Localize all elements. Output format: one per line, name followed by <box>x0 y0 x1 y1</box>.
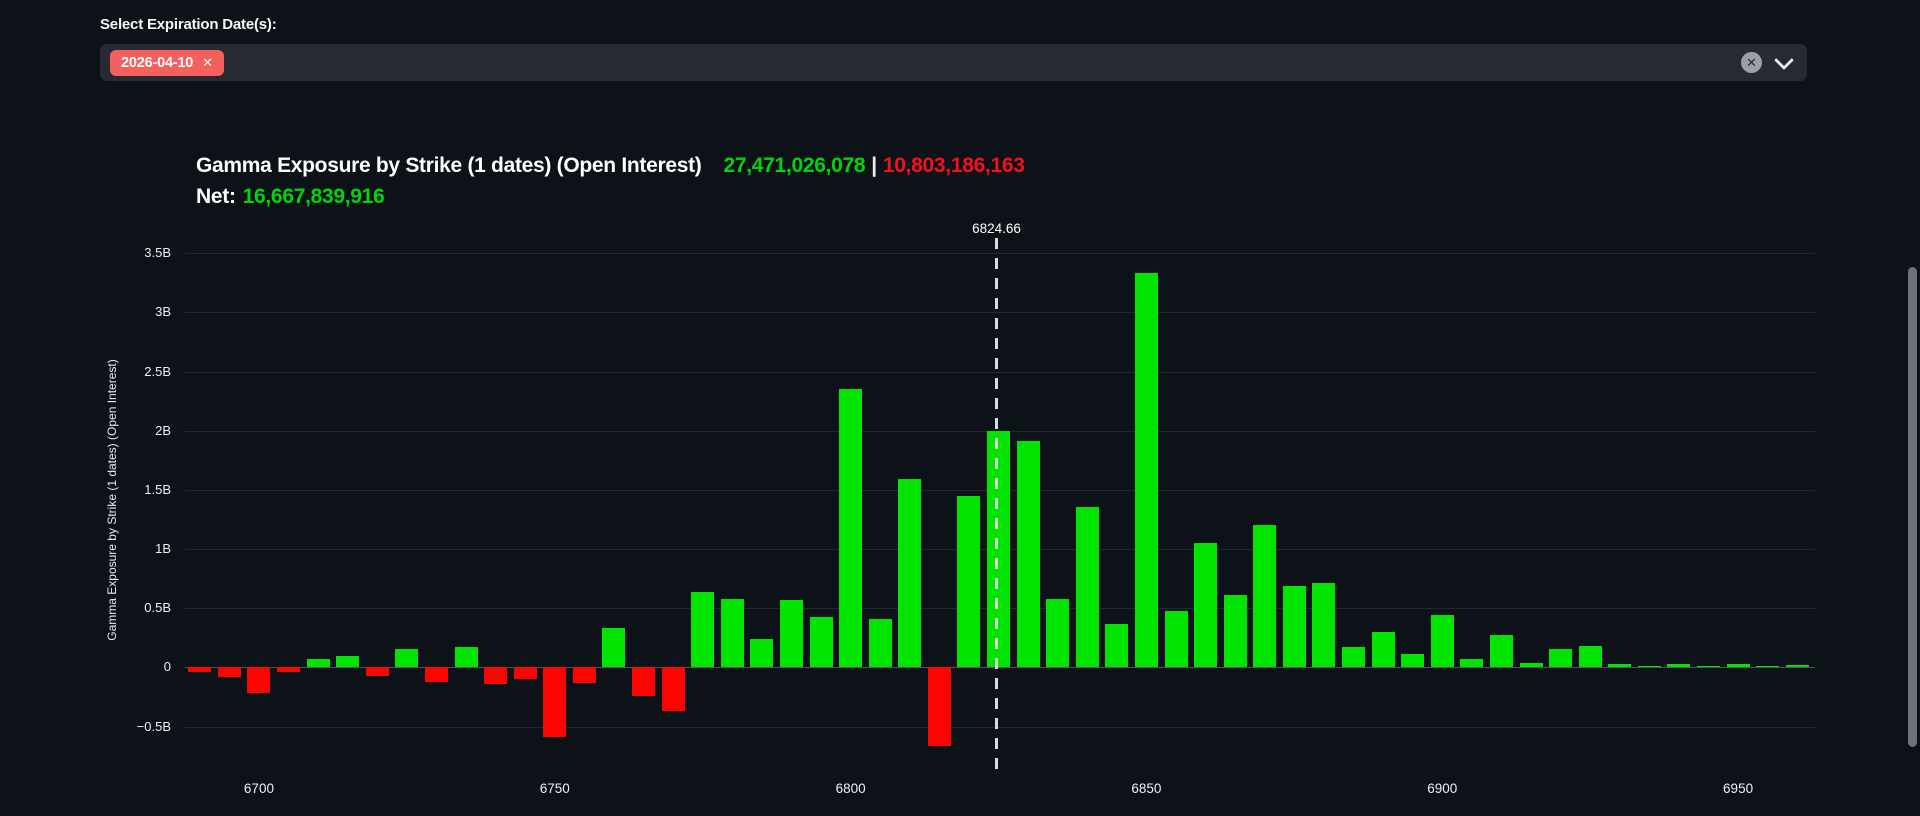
y-tick-label: 2B <box>123 423 171 438</box>
y-tick-label: 0 <box>123 659 171 674</box>
gamma-bar[interactable] <box>869 619 892 668</box>
gamma-bar[interactable] <box>928 667 951 745</box>
gamma-bar[interactable] <box>662 667 685 711</box>
gamma-bar[interactable] <box>1312 583 1335 667</box>
gamma-bar[interactable] <box>1727 664 1750 668</box>
gamma-bar[interactable] <box>810 617 833 668</box>
gamma-bar[interactable] <box>1046 599 1069 668</box>
gridline <box>185 372 1815 373</box>
gridline <box>185 312 1815 313</box>
x-tick-label: 6750 <box>520 781 590 796</box>
gamma-bar[interactable] <box>987 431 1010 668</box>
chart-header: Gamma Exposure by Strike (1 dates) (Open… <box>196 150 1025 212</box>
gamma-bar[interactable] <box>1165 611 1188 668</box>
gamma-bar[interactable] <box>247 667 270 693</box>
chart-title: Gamma Exposure by Strike (1 dates) (Open… <box>196 154 702 177</box>
gamma-bar[interactable] <box>1431 615 1454 667</box>
clear-all-icon[interactable]: ✕ <box>1741 52 1762 73</box>
gamma-bar[interactable] <box>632 667 655 695</box>
select-control-icons: ✕ <box>1741 52 1791 73</box>
y-tick-label: −0.5B <box>123 719 171 734</box>
net-gamma-label: Net: <box>196 185 236 208</box>
gamma-dashboard-page: Select Expiration Date(s): 2026-04-10 ✕ … <box>0 0 1920 816</box>
gamma-bar[interactable] <box>1076 507 1099 668</box>
y-tick-label: 3B <box>123 304 171 319</box>
gamma-bar[interactable] <box>1756 666 1779 668</box>
gamma-bar[interactable] <box>455 647 478 667</box>
gamma-bar[interactable] <box>1549 649 1572 668</box>
gamma-bar[interactable] <box>1372 632 1395 667</box>
gamma-bar[interactable] <box>780 600 803 667</box>
gamma-bar[interactable] <box>1786 665 1809 667</box>
y-tick-label: 1B <box>123 541 171 556</box>
scrollbar-thumb[interactable] <box>1908 267 1917 747</box>
gamma-bar[interactable] <box>1520 663 1543 668</box>
gamma-bar[interactable] <box>1194 543 1217 667</box>
x-tick-label: 6700 <box>224 781 294 796</box>
gamma-bar[interactable] <box>484 667 507 684</box>
gridline <box>185 727 1815 728</box>
gamma-bar[interactable] <box>1697 666 1720 668</box>
net-gamma-value: 16,667,839,916 <box>243 185 385 208</box>
call-gamma-total: 27,471,026,078 <box>724 154 866 177</box>
gamma-bar[interactable] <box>1342 647 1365 667</box>
gamma-bar[interactable] <box>1401 654 1424 667</box>
gridline <box>185 253 1815 254</box>
gamma-bar[interactable] <box>573 667 596 682</box>
x-tick-label: 6900 <box>1407 781 1477 796</box>
gamma-bar[interactable] <box>602 628 625 667</box>
expiration-select-label: Select Expiration Date(s): <box>100 16 277 33</box>
selected-date-tag[interactable]: 2026-04-10 ✕ <box>110 50 224 76</box>
x-tick-label: 6950 <box>1703 781 1773 796</box>
y-tick-label: 2.5B <box>123 364 171 379</box>
gamma-bar[interactable] <box>366 667 389 675</box>
gamma-bar[interactable] <box>957 496 980 668</box>
chevron-down-icon[interactable] <box>1774 50 1794 70</box>
gamma-bar[interactable] <box>898 479 921 667</box>
gamma-bar[interactable] <box>514 667 537 679</box>
gamma-bar[interactable] <box>1224 595 1247 667</box>
spot-price-line <box>995 238 998 770</box>
x-tick-label: 6800 <box>816 781 886 796</box>
gamma-bar[interactable] <box>307 659 330 667</box>
plot-area: Gamma Exposure by Strike (1 dates) (Open… <box>185 245 1815 755</box>
gamma-bar[interactable] <box>425 667 448 681</box>
gamma-bar[interactable] <box>1253 525 1276 667</box>
gamma-bar[interactable] <box>1135 273 1158 667</box>
gamma-bar[interactable] <box>336 656 359 668</box>
y-tick-label: 1.5B <box>123 482 171 497</box>
expiration-select-control[interactable]: 2026-04-10 ✕ ✕ <box>100 44 1807 81</box>
gamma-bar[interactable] <box>188 667 211 672</box>
gamma-bar[interactable] <box>277 667 300 672</box>
gamma-bar[interactable] <box>691 592 714 668</box>
spot-price-label: 6824.66 <box>972 221 1021 236</box>
selected-date-value: 2026-04-10 <box>121 55 193 71</box>
gamma-bar[interactable] <box>839 389 862 667</box>
gamma-bar[interactable] <box>1608 664 1631 668</box>
tag-remove-icon[interactable]: ✕ <box>202 56 213 69</box>
gamma-bar[interactable] <box>721 599 744 668</box>
gamma-bar[interactable] <box>750 639 773 667</box>
gamma-bar[interactable] <box>395 649 418 668</box>
y-tick-label: 3.5B <box>123 245 171 260</box>
totals-separator: | <box>871 154 877 177</box>
gamma-bar[interactable] <box>1017 441 1040 667</box>
gamma-bar[interactable] <box>1638 666 1661 668</box>
y-tick-label: 0.5B <box>123 600 171 615</box>
gamma-bar[interactable] <box>1490 635 1513 667</box>
gamma-bar[interactable] <box>1283 586 1306 668</box>
gamma-bar[interactable] <box>543 667 566 737</box>
x-tick-label: 6850 <box>1111 781 1181 796</box>
gamma-bar[interactable] <box>1105 624 1128 668</box>
gamma-bar[interactable] <box>218 667 241 676</box>
gamma-bar[interactable] <box>1460 659 1483 667</box>
gamma-bar[interactable] <box>1667 664 1690 667</box>
put-gamma-total: 10,803,186,163 <box>883 154 1025 177</box>
gamma-bar[interactable] <box>1579 646 1602 667</box>
